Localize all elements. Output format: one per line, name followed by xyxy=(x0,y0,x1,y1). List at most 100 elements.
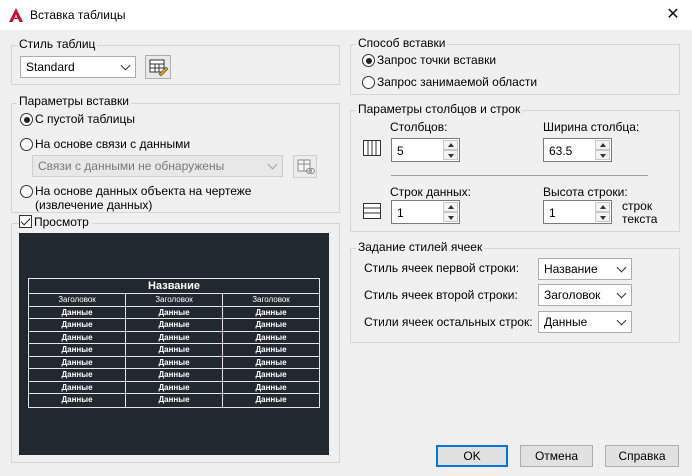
cell-styles-label: Задание стилей ячеек xyxy=(356,240,485,254)
preview-data-cell: Данные xyxy=(126,394,223,407)
radio-empty-table[interactable]: С пустой таблицы xyxy=(20,112,135,126)
data-rows-stepper[interactable]: 1 xyxy=(391,200,460,224)
preview-data-cell: Данные xyxy=(29,306,126,318)
row-height-unit: строк текста xyxy=(622,200,657,226)
data-rows-value: 1 xyxy=(397,206,404,220)
data-rows-label: Строк данных: xyxy=(390,185,471,199)
chevron-down-icon xyxy=(616,288,627,299)
radio-object-data[interactable]: На основе данных объекта на чертеже (изв… xyxy=(20,184,320,212)
stepper-buttons xyxy=(595,140,610,160)
stepper-up-icon[interactable] xyxy=(595,202,610,212)
cancel-button[interactable]: Отмена xyxy=(520,445,593,467)
radio-window-area-label: Запрос занимаемой области xyxy=(377,75,538,89)
radio-selected-icon xyxy=(362,54,375,67)
columns-stepper[interactable]: 5 xyxy=(391,138,460,162)
ok-button[interactable]: OK xyxy=(436,445,508,467)
stepper-up-icon[interactable] xyxy=(595,140,610,150)
separator xyxy=(391,175,648,176)
row-height-stepper[interactable]: 1 xyxy=(543,200,612,224)
row-height-value: 1 xyxy=(549,206,556,220)
col-width-label: Ширина столбца: xyxy=(543,120,640,134)
radio-object-data-label: На основе данных объекта на чертеже (изв… xyxy=(35,184,252,212)
table-style-select[interactable]: Standard xyxy=(20,56,136,78)
data-link-value: Связи с данными не обнаружены xyxy=(38,159,225,173)
preview-header-cell: Заголовок xyxy=(29,294,126,306)
data-link-manager-button[interactable] xyxy=(293,155,317,178)
preview-data-cell: Данные xyxy=(126,369,223,381)
data-link-manager-icon xyxy=(297,159,315,174)
col-width-stepper[interactable]: 63.5 xyxy=(543,138,612,162)
radio-unselected-icon xyxy=(362,76,375,89)
stepper-down-icon[interactable] xyxy=(595,212,610,222)
second-row-style-select[interactable]: Заголовок xyxy=(538,284,632,306)
window-title: Вставка таблицы xyxy=(30,8,126,22)
preview-data-cell: Данные xyxy=(255,382,287,392)
stepper-buttons xyxy=(443,140,458,160)
preview-data-row: Данные Данные Данные xyxy=(29,381,319,394)
stepper-down-icon[interactable] xyxy=(443,212,458,222)
preview-data-cell: Данные xyxy=(126,356,223,368)
columns-label: Столбцов: xyxy=(390,120,448,134)
preview-header-row: Заголовок Заголовок Заголовок xyxy=(29,294,319,307)
preview-data-row: Данные Данные Данные xyxy=(29,319,319,332)
preview-checkbox-label: Просмотр xyxy=(34,215,89,229)
preview-data-cell: Данные xyxy=(126,331,223,343)
rows-icon xyxy=(363,203,381,219)
radio-data-link[interactable]: На основе связи с данными xyxy=(20,137,190,151)
preview-data-cell: Данные xyxy=(29,319,126,331)
preview-data-cell: Данные xyxy=(255,320,287,329)
preview-data-cell: Данные xyxy=(255,395,287,404)
data-link-select[interactable]: Связи с данными не обнаружены xyxy=(32,155,283,177)
radio-window-area[interactable]: Запрос занимаемой области xyxy=(362,75,537,89)
preview-data-row: Данные Данные Данные xyxy=(29,331,319,344)
stepper-up-icon[interactable] xyxy=(443,140,458,150)
chevron-down-icon xyxy=(267,159,278,170)
second-row-style-value: Заголовок xyxy=(544,288,601,302)
preview-data-cell: Данные xyxy=(126,306,223,318)
stepper-down-icon[interactable] xyxy=(443,150,458,160)
radio-data-link-label: На основе связи с данными xyxy=(35,137,191,151)
columns-rows-label: Параметры столбцов и строк xyxy=(356,102,523,116)
first-row-style-select[interactable]: Название xyxy=(538,258,632,280)
preview-data-row: Данные Данные Данные xyxy=(29,356,319,369)
preview-data-cell: Данные xyxy=(126,319,223,331)
table-style-edit-icon xyxy=(149,59,169,77)
first-row-style-value: Название xyxy=(544,262,598,276)
preview-data-cell: Данные xyxy=(29,381,126,393)
radio-unselected-icon xyxy=(20,185,33,198)
other-rows-style-label: Стили ячеек остальных строк: xyxy=(364,315,533,329)
preview-table: Название Заголовок Заголовок Заголовок Д… xyxy=(28,278,320,408)
radio-insert-point[interactable]: Запрос точки вставки xyxy=(362,53,496,67)
columns-value: 5 xyxy=(397,144,404,158)
columns-icon xyxy=(363,140,381,156)
preview-data-row: Данные Данные Данные xyxy=(29,369,319,382)
preview-data-cell: Данные xyxy=(255,332,287,342)
preview-data-cell: Данные xyxy=(29,356,126,368)
insert-params-label: Параметры вставки xyxy=(17,94,131,108)
stepper-down-icon[interactable] xyxy=(595,150,610,160)
table-style-dialog-button[interactable] xyxy=(145,55,171,79)
radio-empty-table-label: С пустой таблицы xyxy=(35,112,136,126)
radio-insert-point-label: Запрос точки вставки xyxy=(377,53,497,67)
autocad-logo-icon xyxy=(9,8,23,22)
preview-checkbox[interactable]: Просмотр xyxy=(19,215,92,229)
preview-data-row: Данные Данные Данные xyxy=(29,394,319,407)
help-button[interactable]: Справка xyxy=(605,445,679,467)
other-rows-style-select[interactable]: Данные xyxy=(538,311,632,333)
first-row-style-label: Стиль ячеек первой строки: xyxy=(364,261,520,275)
preview-data-cell: Данные xyxy=(29,344,126,356)
preview-header-cell: Заголовок xyxy=(126,294,223,306)
preview-data-cell: Данные xyxy=(126,344,223,356)
preview-data-cell: Данные xyxy=(255,345,287,354)
other-rows-style-value: Данные xyxy=(544,315,588,329)
preview-data-row: Данные Данные Данные xyxy=(29,306,319,319)
radio-selected-icon xyxy=(20,113,33,126)
stepper-buttons xyxy=(443,202,458,222)
row-height-label: Высота строки: xyxy=(543,185,628,199)
stepper-up-icon[interactable] xyxy=(443,202,458,212)
table-style-value: Standard xyxy=(26,60,75,74)
insert-method-label: Способ вставки xyxy=(356,36,448,50)
close-icon[interactable]: ✕ xyxy=(662,4,684,26)
table-style-label: Стиль таблиц xyxy=(17,37,98,51)
chevron-down-icon xyxy=(616,315,627,326)
